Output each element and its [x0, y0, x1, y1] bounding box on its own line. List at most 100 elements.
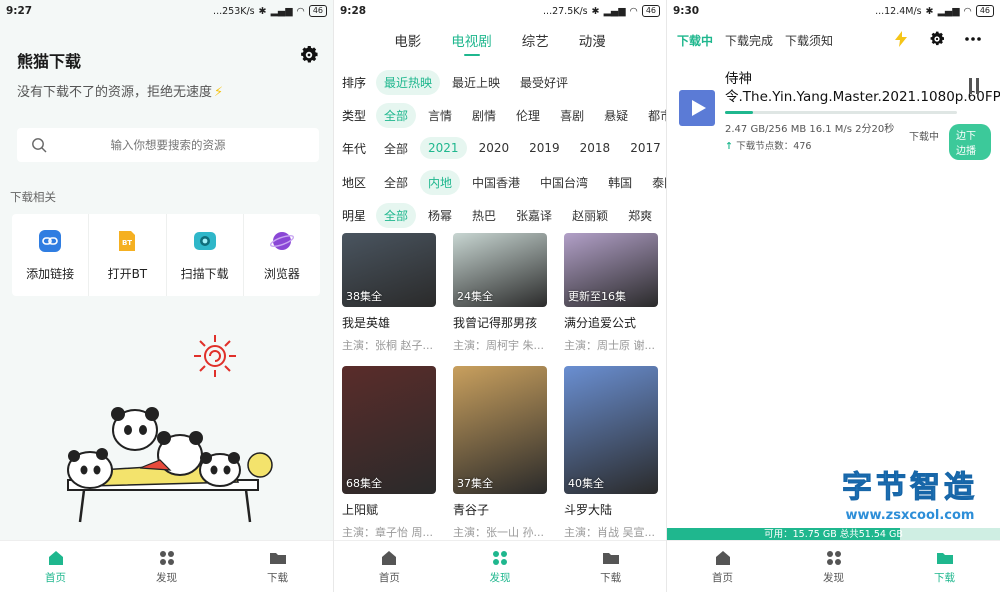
status-time: 9:27 [6, 5, 33, 17]
download-tabs: 下载中 下载完成 下载须知 [677, 32, 833, 49]
toolbar-icons [892, 30, 982, 48]
filter-chip[interactable]: 2020 [471, 137, 518, 159]
filter-chip[interactable]: 中国香港 [464, 170, 528, 195]
svg-text:BT: BT [122, 239, 132, 247]
show-poster[interactable]: 24集全 [453, 233, 547, 307]
net-speed: ...12.4M/s [875, 5, 922, 17]
wifi-icon: ◠ [629, 5, 638, 17]
status-bar: 9:30 ...12.4M/s ✱ ▂▄▆ ◠ 46 [667, 0, 1000, 22]
filter-chip[interactable]: 最近上映 [444, 70, 508, 95]
filter-chip[interactable]: 2021 [420, 137, 467, 159]
speed-boost-icon[interactable] [892, 30, 910, 48]
filter-chip[interactable]: 2019 [521, 137, 568, 159]
tab-tv-series[interactable]: 电视剧 [451, 30, 492, 56]
play-while-downloading-button[interactable]: 边下边播 [949, 124, 991, 160]
show-poster[interactable]: 更新至16集 [564, 233, 658, 307]
filter-chip[interactable]: 剧情 [464, 103, 504, 128]
show-poster[interactable]: 68集全 [342, 366, 436, 494]
bottom-nav: 首页 发现 下载 [334, 540, 666, 592]
nav-download[interactable]: 下载 [889, 541, 1000, 592]
home-screen: 9:27 ...253K/s ✱ ▂▄▆ ◠ 46 熊猫下载 没有下载不了的资源… [0, 0, 333, 592]
download-filename: 侍神令.The.Yin.Yang.Master.2021.1080p.60FPS… [725, 71, 1000, 105]
status-time: 9:28 [340, 5, 367, 17]
filter-chip[interactable]: 韩国 [600, 170, 640, 195]
battery-icon: 46 [975, 5, 994, 17]
more-menu-icon[interactable] [964, 30, 982, 48]
show-card[interactable]: 37集全 青谷子 主演：张一山 孙... [453, 366, 547, 540]
search-input[interactable] [17, 138, 319, 152]
filter-chip[interactable]: 2017 [622, 137, 666, 159]
browser-button[interactable]: 浏览器 [244, 214, 320, 296]
filter-chip[interactable]: 热巴 [464, 203, 504, 228]
video-file-icon [679, 90, 715, 126]
download-item[interactable]: 侍神令.The.Yin.Yang.Master.2021.1080p.60FPS… [679, 68, 1000, 160]
browser-label: 浏览器 [263, 266, 300, 281]
nav-download[interactable]: 下载 [222, 541, 333, 592]
settings-gear-icon[interactable] [298, 44, 320, 66]
filter-chip[interactable]: 最受好评 [512, 70, 576, 95]
filter-chip[interactable]: 2018 [572, 137, 619, 159]
pause-icon[interactable] [967, 78, 981, 94]
show-poster[interactable]: 40集全 [564, 366, 658, 494]
filter-chip[interactable]: 张嘉译 [508, 203, 560, 228]
filter-chip[interactable]: 中国台湾 [532, 170, 596, 195]
episode-badge: 68集全 [346, 477, 382, 490]
storage-text: 可用：15.75 GB 总共51.54 GB [764, 529, 903, 540]
tab-anime[interactable]: 动漫 [579, 30, 606, 56]
show-poster[interactable]: 37集全 [453, 366, 547, 494]
nav-discover[interactable]: 发现 [778, 541, 889, 592]
show-card[interactable]: 24集全 我曾记得那男孩 主演：周柯宇 朱... [453, 233, 547, 353]
tab-download-notes[interactable]: 下载须知 [785, 32, 833, 49]
discover-grid-icon [159, 550, 174, 565]
filter-chip[interactable]: 内地 [420, 169, 461, 195]
show-card[interactable]: 68集全 上阳赋 主演：章子怡 周... [342, 366, 436, 540]
filter-chip[interactable]: 全部 [376, 136, 416, 161]
nav-discover[interactable]: 发现 [111, 541, 222, 592]
nav-home[interactable]: 首页 [0, 541, 111, 592]
filter-chip[interactable]: 伦理 [508, 103, 548, 128]
nav-download[interactable]: 下载 [555, 541, 666, 592]
show-card[interactable]: 38集全 我是英雄 主演：张桐 赵子... [342, 233, 436, 353]
filter-chip[interactable]: 杨幂 [420, 203, 460, 228]
filter-chip[interactable]: 全部 [376, 102, 417, 128]
section-label: 下载相关 [10, 190, 56, 204]
nav-discover-label: 发现 [823, 571, 844, 584]
filter-chip[interactable]: 泰国 [644, 170, 666, 195]
settings-gear-icon[interactable] [928, 30, 946, 48]
show-title: 我是英雄 [342, 316, 391, 330]
tab-completed[interactable]: 下载完成 [725, 32, 773, 49]
show-title: 上阳赋 [342, 503, 379, 517]
filter-chip[interactable]: 赵丽颖 [564, 203, 616, 228]
nav-discover[interactable]: 发现 [445, 541, 556, 592]
filter-chip[interactable]: 言情 [420, 103, 460, 128]
show-poster[interactable]: 38集全 [342, 233, 436, 307]
nav-home[interactable]: 首页 [667, 541, 778, 592]
open-bt-label: 打开BT [107, 266, 148, 281]
folder-icon [936, 552, 953, 564]
pandas-illustration [67, 407, 273, 523]
filter-chip[interactable]: 郑爽 [620, 203, 660, 228]
folder-icon [602, 552, 619, 564]
show-card[interactable]: 40集全 斗罗大陆 主演：肖战 吴宣... [564, 366, 658, 540]
tagline-text: 没有下载不了的资源，拒绝无速度 [17, 85, 213, 100]
filter-chip[interactable]: 全部 [376, 202, 417, 228]
tab-movies[interactable]: 电影 [394, 30, 421, 56]
tab-downloading[interactable]: 下载中 [677, 32, 713, 49]
filter-chip[interactable]: 喜剧 [552, 103, 592, 128]
search-box[interactable] [17, 128, 319, 162]
nav-home[interactable]: 首页 [334, 541, 445, 592]
scan-download-button[interactable]: 扫描下载 [167, 214, 244, 296]
filter-chip[interactable]: 全部 [376, 170, 416, 195]
show-cast: 主演：张一山 孙... [453, 526, 544, 539]
open-bt-button[interactable]: BT 打开BT [89, 214, 167, 296]
filter-chip[interactable]: 悬疑 [596, 103, 636, 128]
filter-chip[interactable]: 最近热映 [376, 69, 441, 95]
tab-variety[interactable]: 综艺 [522, 30, 549, 56]
filter-chip[interactable]: 都市 [640, 103, 666, 128]
watermark-logo: 字节智造 www.zsxcool.com [822, 462, 998, 524]
watermark-url: www.zsxcool.com [845, 508, 975, 523]
battery-icon: 46 [308, 5, 327, 17]
episode-badge: 40集全 [568, 477, 604, 490]
show-card[interactable]: 更新至16集 满分追爱公式 主演：周士原 谢... [564, 233, 658, 353]
add-link-button[interactable]: 添加链接 [12, 214, 90, 296]
